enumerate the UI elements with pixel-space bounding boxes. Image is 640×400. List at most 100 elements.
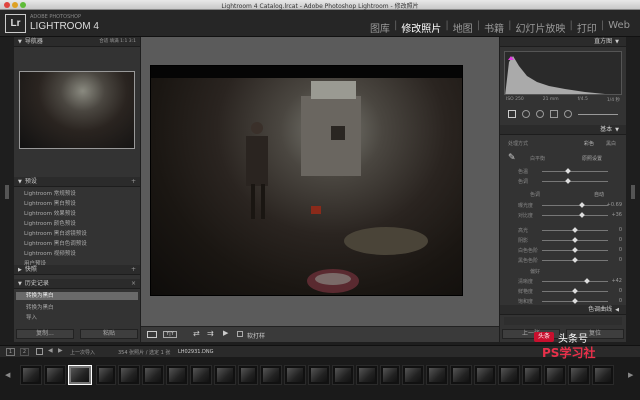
filmstrip-thumbnail[interactable]	[450, 365, 472, 385]
left-panel-toggle[interactable]	[5, 185, 9, 199]
filmstrip-thumbnail[interactable]	[166, 365, 188, 385]
treatment-bw[interactable]: 黑白	[606, 140, 616, 147]
page-2-button[interactable]: 2	[20, 348, 29, 356]
treatment-color[interactable]: 彩色	[584, 140, 594, 147]
module-slideshow[interactable]: 幻灯片放映	[511, 20, 569, 35]
redeye-icon[interactable]	[550, 110, 558, 118]
filmstrip-thumbnail[interactable]	[592, 365, 614, 385]
presets-header[interactable]: ▼ 预设 +	[14, 177, 140, 187]
blacks-value[interactable]: 0	[619, 257, 622, 263]
softproof-checkbox[interactable]	[237, 331, 243, 337]
module-print[interactable]: 打印	[573, 20, 601, 35]
clarity-value[interactable]: +42	[611, 278, 622, 284]
swap-icon[interactable]: ⇄	[193, 329, 200, 338]
forward-icon[interactable]: ▶	[58, 347, 63, 354]
filmstrip-right-arrow-icon[interactable]: ▶	[628, 371, 633, 379]
preset-folder[interactable]: Lightroom 黑白滤镜预设	[24, 229, 87, 237]
right-panel-toggle[interactable]	[631, 185, 635, 199]
filmstrip-thumbnail[interactable]	[142, 365, 164, 385]
before-after-icon[interactable]: Y|Y	[163, 331, 177, 338]
wb-select[interactable]: 原照设置	[582, 155, 602, 162]
module-map[interactable]: 地图	[449, 20, 477, 35]
navigator-preview[interactable]	[19, 71, 135, 149]
filmstrip-thumbnail[interactable]	[308, 365, 330, 385]
snapshots-header[interactable]: ▶ 快照 +	[14, 265, 140, 275]
auto-tone-button[interactable]: 自动	[594, 191, 604, 198]
vibrance-value[interactable]: 0	[619, 288, 622, 294]
filmstrip-thumbnail[interactable]	[474, 365, 496, 385]
preset-folder[interactable]: Lightroom 颜色预设	[24, 219, 76, 227]
contrast-value[interactable]: +36	[611, 212, 622, 218]
highlights-value[interactable]: 0	[619, 227, 622, 233]
filmstrip-thumbnail[interactable]	[402, 365, 424, 385]
copy-settings-icon[interactable]: ⇉	[207, 329, 214, 338]
shadows-slider-knob[interactable]	[572, 237, 578, 243]
vibrance-slider-knob[interactable]	[572, 288, 578, 294]
navigator-header[interactable]: ▼ 导航器 合适 填满 1:1 3:1	[14, 37, 140, 47]
saturation-value[interactable]: 0	[619, 298, 622, 304]
filmstrip-thumbnail[interactable]	[332, 365, 354, 385]
tint-slider-knob[interactable]	[565, 178, 571, 184]
filmstrip-thumbnail[interactable]	[20, 365, 42, 385]
filmstrip-thumbnail[interactable]	[544, 365, 566, 385]
filmstrip-thumbnail[interactable]	[498, 365, 520, 385]
contrast-slider[interactable]	[542, 215, 608, 216]
filmstrip-thumbnail[interactable]	[522, 365, 542, 385]
tone-curve-header[interactable]: 色调曲线 ◀	[500, 305, 626, 315]
exposure-slider[interactable]	[542, 205, 608, 206]
spot-removal-icon[interactable]	[536, 110, 544, 118]
filmstrip-thumbnail-selected[interactable]	[68, 365, 92, 385]
filmstrip-thumbnail[interactable]	[190, 365, 212, 385]
module-library[interactable]: 图库	[366, 20, 394, 35]
preset-folder[interactable]: Lightroom 黑白色调预设	[24, 239, 87, 247]
filmstrip-thumbnail[interactable]	[284, 365, 306, 385]
module-develop[interactable]: 修改照片	[397, 20, 445, 35]
brush-slider[interactable]	[578, 114, 618, 115]
file-name[interactable]: LH02931.DNG	[178, 349, 214, 355]
module-book[interactable]: 书籍	[480, 20, 508, 35]
eyedropper-icon[interactable]: ✎	[508, 153, 516, 163]
saturation-slider-knob[interactable]	[572, 298, 578, 304]
main-photo[interactable]	[150, 65, 463, 296]
module-web[interactable]: Web	[604, 20, 634, 35]
history-item[interactable]: 转换为黑白	[26, 303, 54, 311]
history-item[interactable]: 导入	[26, 313, 37, 321]
filmstrip-thumbnail[interactable]	[96, 365, 116, 385]
tint-slider[interactable]	[542, 181, 608, 182]
filmstrip-thumbnail[interactable]	[214, 365, 236, 385]
crop-icon[interactable]	[522, 110, 530, 118]
temp-slider-knob[interactable]	[565, 168, 571, 174]
grid-icon[interactable]	[36, 348, 43, 355]
filmstrip-thumbnail[interactable]	[238, 365, 258, 385]
clarity-slider[interactable]	[542, 281, 608, 282]
filmstrip-thumbnail[interactable]	[356, 365, 378, 385]
exposure-slider-knob[interactable]	[579, 202, 585, 208]
temp-slider[interactable]	[542, 171, 608, 172]
page-1-button[interactable]: 1	[6, 348, 15, 356]
loupe-view-icon[interactable]	[147, 331, 157, 338]
history-item-selected[interactable]: 转换为黑白	[16, 292, 138, 300]
filmstrip-thumbnail[interactable]	[44, 365, 66, 385]
filmstrip-thumbnail[interactable]	[426, 365, 448, 385]
source-path[interactable]: 上一次导入	[70, 349, 95, 356]
filmstrip-thumbnail[interactable]	[380, 365, 400, 385]
back-icon[interactable]: ◀	[48, 347, 53, 354]
filmstrip-left-arrow-icon[interactable]: ◀	[5, 371, 10, 379]
histogram-header[interactable]: 直方图 ▼	[500, 37, 626, 47]
filmstrip-thumbnail[interactable]	[568, 365, 590, 385]
gradient-icon[interactable]	[564, 110, 572, 118]
histogram[interactable]	[504, 51, 622, 95]
filmstrip-thumbnail[interactable]	[118, 365, 140, 385]
whites-value[interactable]: 0	[619, 247, 622, 253]
zoom-options[interactable]: 合适 填满 1:1 3:1	[99, 37, 136, 47]
shadows-value[interactable]: 0	[619, 237, 622, 243]
basic-header[interactable]: 基本 ▼	[500, 125, 626, 135]
filmstrip-thumbnail[interactable]	[260, 365, 282, 385]
contrast-slider-knob[interactable]	[579, 212, 585, 218]
highlights-slider-knob[interactable]	[572, 227, 578, 233]
history-header[interactable]: ▼ 历史记录 ×	[14, 279, 140, 289]
blacks-slider-knob[interactable]	[572, 257, 578, 263]
tone-curve-preview[interactable]	[504, 317, 622, 325]
grid-overlay-icon[interactable]	[508, 110, 516, 118]
preset-folder[interactable]: Lightroom 常规预设	[24, 189, 76, 197]
